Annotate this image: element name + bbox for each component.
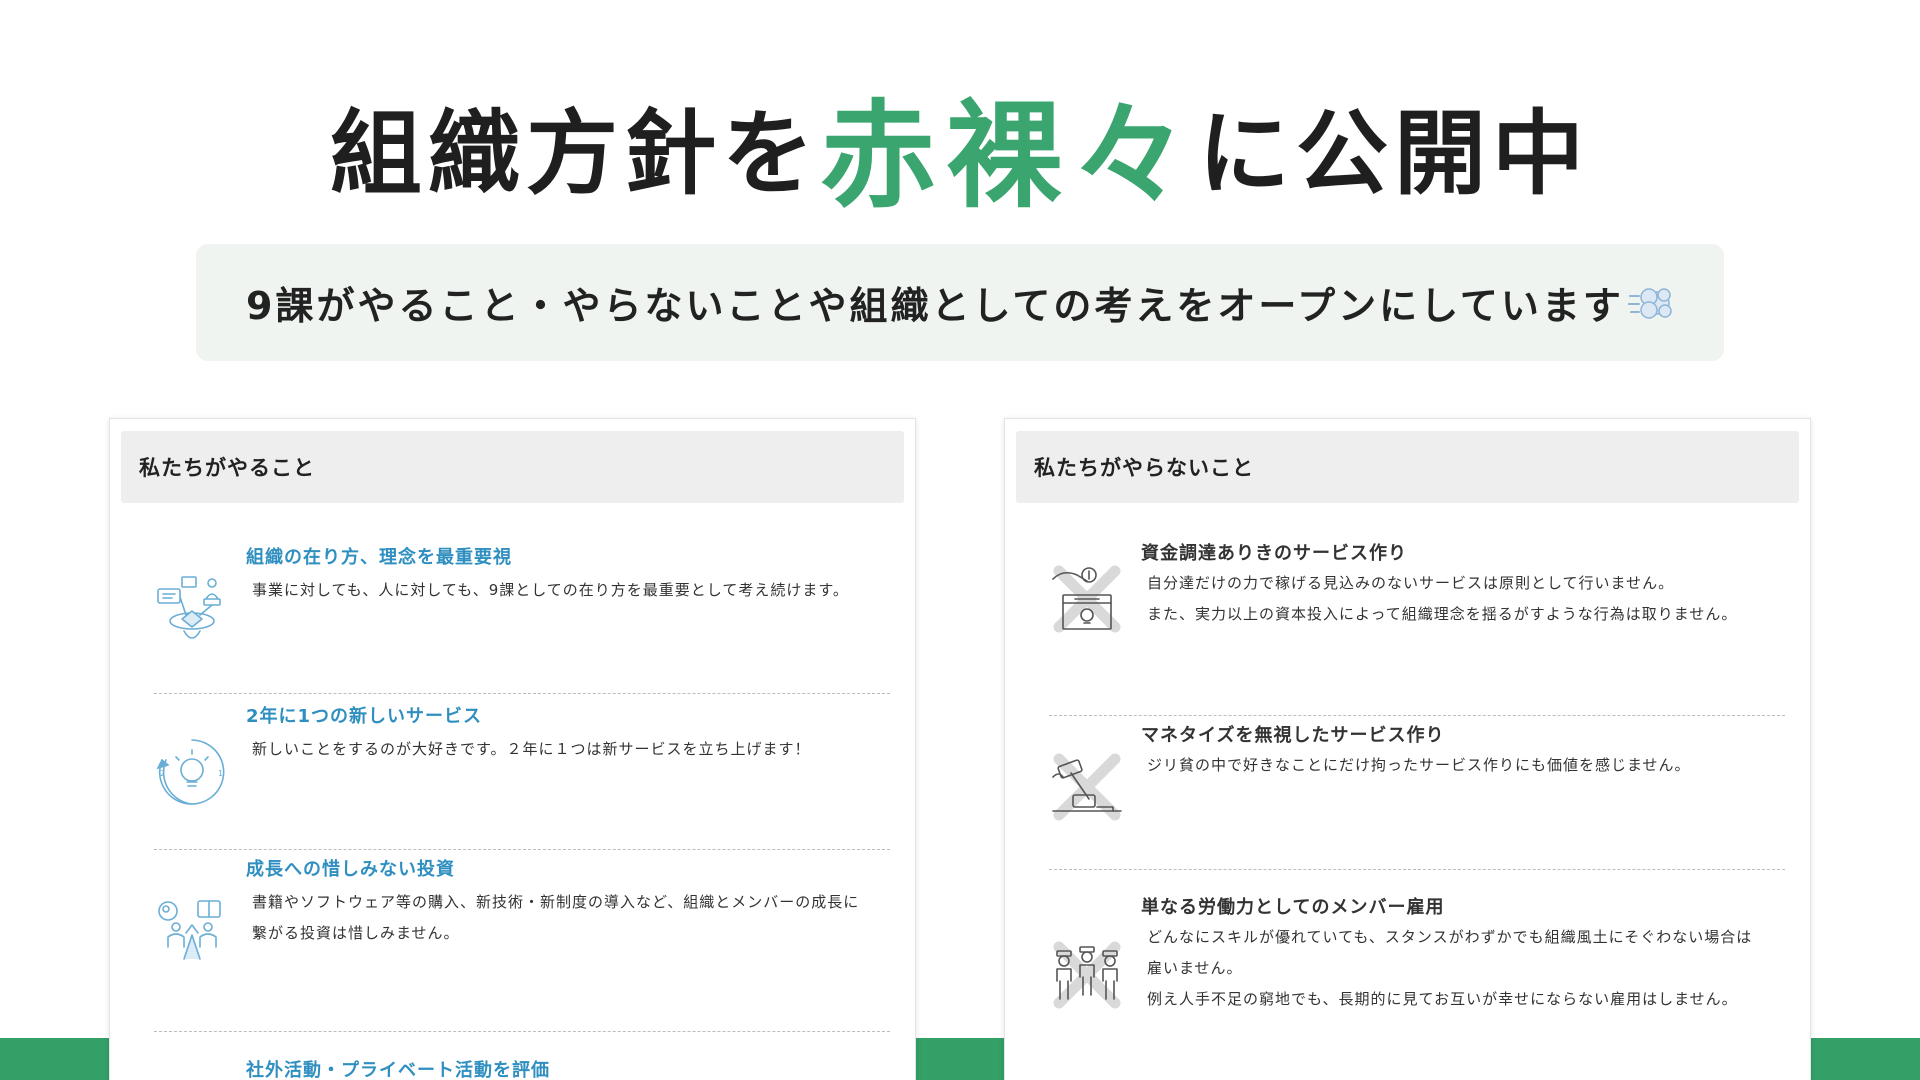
dont-item-title: 資金調達ありきのサービス作り	[1141, 543, 1407, 564]
subtitle-banner: 9課がやること・やらないことや組織としての考えをオープンにしています	[196, 244, 1724, 361]
divider	[154, 693, 890, 694]
hammer-crossed-icon	[1049, 749, 1125, 825]
dont-card-header: 私たちがやらないこと	[1016, 431, 1799, 503]
svg-text:1: 1	[218, 769, 223, 778]
do-card: 私たちがやること 組織の在り方、理念を最重要視 事業に対しても、人に対しても、9…	[109, 418, 916, 1080]
do-item-title: 組織の在り方、理念を最重要視	[246, 547, 512, 568]
do-item-desc-line: 繋がる投資は惜しみません。	[252, 924, 460, 942]
divider	[1049, 715, 1785, 716]
do-item-desc-line: 事業に対しても、人に対しても、9課としての在り方を最重要として考え続けます。	[252, 581, 849, 599]
funding-box-crossed-icon	[1049, 561, 1125, 637]
organization-network-icon	[154, 573, 230, 649]
dont-item-desc-line: 自分達だけの力で稼げる見込みのないサービスは原則として行いません。	[1147, 574, 1675, 592]
divider	[154, 1031, 890, 1032]
workers-crossed-icon	[1049, 937, 1125, 1013]
dont-item-desc-line: また、実力以上の資本投入によって組織理念を揺るがすような行為は取りません。	[1147, 605, 1738, 623]
dont-item-title: マネタイズを無視したサービス作り	[1141, 725, 1445, 746]
hero-title-accent: 赤裸々	[820, 89, 1198, 224]
dont-card: 私たちがやらないこと 資金調達ありきのサービス作り 自分達だけの力で稼げる見込み…	[1004, 418, 1811, 1080]
page: 組織方針を赤裸々に公開中 9課がやること・やらないことや組織としての考えをオープ…	[0, 0, 1920, 1080]
lightbulb-cycle-icon: 2 1	[154, 734, 230, 810]
dont-item-desc-line: ジリ貧の中で好きなことにだけ拘ったサービス作りにも価値を感じません。	[1147, 756, 1691, 774]
hero-title: 組織方針を赤裸々に公開中	[0, 62, 1920, 230]
divider	[154, 849, 890, 850]
do-card-header: 私たちがやること	[121, 431, 904, 503]
subtitle-text: 9課がやること・やらないことや組織としての考えをオープンにしています	[246, 284, 1624, 328]
growth-investment-icon	[154, 893, 230, 969]
do-item-desc-line: 書籍やソフトウェア等の購入、新技術・新制度の導入など、組織とメンバーの成長に	[252, 893, 860, 911]
divider	[1049, 869, 1785, 870]
do-item-title: 社外活動・プライベート活動を評価	[246, 1060, 550, 1080]
dont-item-desc-line: 例え人手不足の窮地でも、長期的に見てお互いが幸せにならない雇用はしません。	[1147, 990, 1738, 1008]
do-item-title: 2年に1つの新しいサービス	[246, 706, 483, 727]
dash-puff-icon	[1626, 283, 1674, 323]
svg-text:2: 2	[160, 769, 165, 778]
hero-title-prefix: 組織方針を	[329, 100, 820, 208]
do-item-title: 成長への惜しみない投資	[246, 859, 455, 880]
dont-item-desc-line: どんなにスキルが優れていても、スタンスがわずかでも組織風土にそぐわない場合は	[1147, 928, 1753, 946]
hero-title-suffix: に公開中	[1198, 100, 1591, 208]
dont-item-desc-line: 雇いません。	[1147, 959, 1243, 977]
dont-item-title: 単なる労働力としてのメンバー雇用	[1141, 897, 1445, 918]
do-item-desc-line: 新しいことをするのが大好きです。２年に１つは新サービスを立ち上げます！	[252, 740, 811, 758]
